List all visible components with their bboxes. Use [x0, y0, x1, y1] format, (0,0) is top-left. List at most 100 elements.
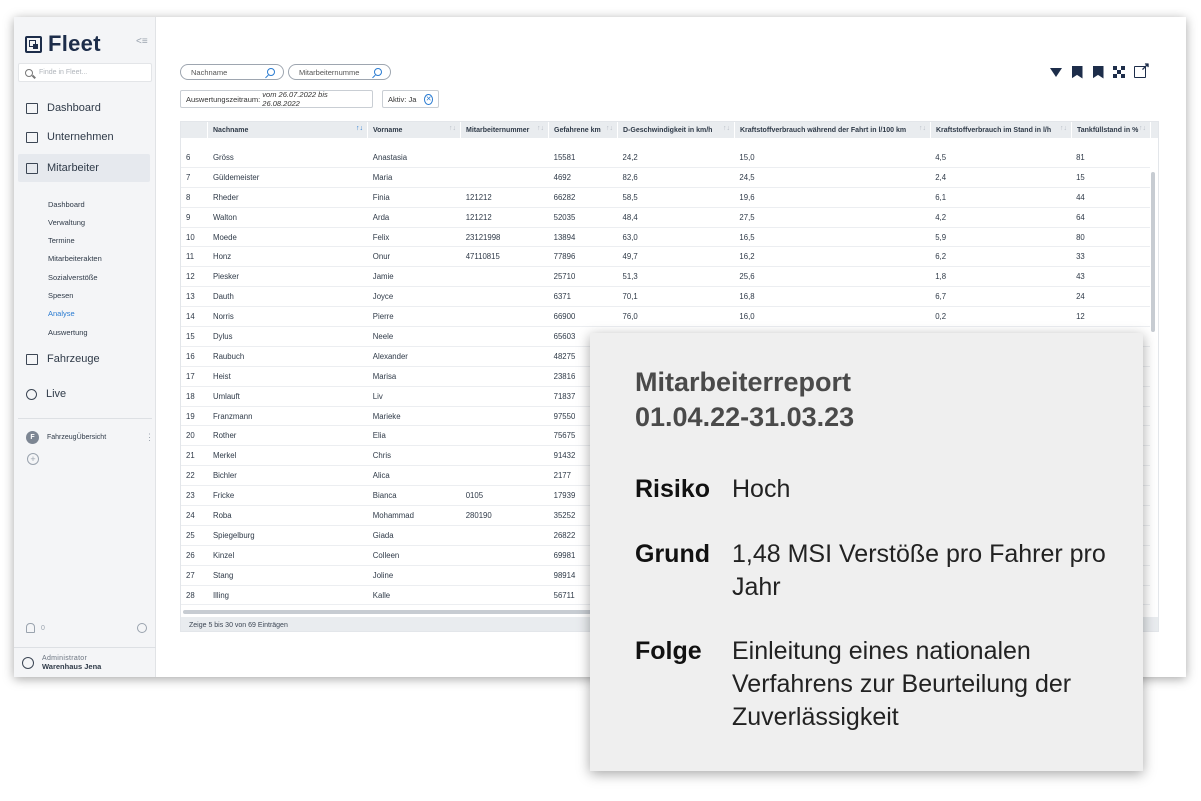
sort-icon[interactable]: ↑↓: [606, 125, 613, 132]
table-cell: [461, 446, 549, 465]
report-row-folge: Folge Einleitung eines nationalen Verfah…: [635, 635, 1122, 734]
add-favorite-icon[interactable]: +: [27, 453, 39, 465]
search-icon: [267, 68, 275, 76]
nav-item-label: Mitarbeiter: [47, 162, 99, 174]
sidebar-search-input[interactable]: Finde in Fleet...: [18, 63, 152, 82]
table-cell: 7: [186, 172, 191, 182]
table-cell: 24,5: [739, 172, 755, 182]
subnav-item-verwaltung[interactable]: Verwaltung: [48, 218, 85, 227]
sort-icon[interactable]: ↑↓: [1139, 125, 1146, 132]
filter-button[interactable]: [1048, 64, 1064, 80]
subnav-item-auswertung[interactable]: Auswertung: [48, 328, 88, 337]
building-icon: [26, 131, 38, 143]
export-button[interactable]: [1132, 60, 1150, 80]
table-cell: [461, 546, 549, 565]
table-cell: 15,0: [739, 152, 755, 162]
notifications[interactable]: 0: [26, 623, 45, 633]
table-cell: 66900: [553, 312, 576, 322]
collapse-sidebar-icon[interactable]: <≡: [136, 36, 148, 47]
table-cell: Mohammad: [372, 510, 414, 520]
report-row-grund: Grund 1,48 MSI Verstöße pro Fahrer pro J…: [635, 538, 1122, 604]
table-cell: Alica: [372, 471, 390, 481]
grid-icon: [1113, 66, 1125, 78]
table-cell: Heist: [212, 371, 231, 381]
sort-icon[interactable]: ↑↓: [356, 125, 363, 132]
vertical-scrollbar[interactable]: [1151, 172, 1155, 332]
table-cell: Arda: [372, 212, 390, 222]
subnav-item-mitarbeiterakten[interactable]: Mitarbeiterakten: [48, 254, 102, 263]
column-header[interactable]: Kraftstoffverbrauch während der Fahrt in…: [735, 122, 931, 138]
add-bookmark-button[interactable]: [1090, 64, 1106, 80]
column-header[interactable]: Tankfüllstand in % ↑↓: [1072, 122, 1151, 138]
lastname-placeholder: Nachname: [191, 67, 228, 77]
user-profile[interactable]: Administrator Warenhaus Jena: [14, 647, 156, 677]
column-header[interactable]: Mitarbeiternummer ↑↓: [461, 122, 549, 138]
table-cell: [461, 566, 549, 585]
table-cell: 49,7: [622, 252, 638, 262]
subnav-item-analyse[interactable]: Analyse: [48, 309, 75, 318]
nav-item-label: Fahrzeuge: [47, 353, 100, 365]
sort-icon[interactable]: ↑↓: [537, 125, 544, 132]
table-row[interactable]: 11 Honz Onur 47110815 77896 49,7 16,2 6,2 33: [181, 247, 1150, 268]
table-cell: 8: [186, 192, 191, 202]
table-row[interactable]: 8 Rheder Finia 121212 66282 58,5 19,6 6,1 44: [181, 188, 1150, 208]
sort-icon[interactable]: ↑↓: [449, 125, 456, 132]
clear-filter-icon[interactable]: ✕: [424, 93, 433, 105]
active-filter[interactable]: Aktiv: Ja ✕: [382, 90, 439, 108]
nav-item-unternehmen[interactable]: Unternehmen: [14, 123, 156, 151]
table-row[interactable]: 13 Dauth Joyce 6371 70,1 16,8 6,7 24: [181, 287, 1150, 308]
table-cell: Franzmann: [212, 411, 253, 421]
favorite-item[interactable]: F FahrzeugÜbersicht: [26, 431, 106, 444]
more-options-icon[interactable]: ⋮: [145, 432, 154, 443]
app-logo[interactable]: Fleet: [25, 31, 101, 57]
table-row[interactable]: 14 Norris Pierre 66900 76,0 16,0 0,2 12: [181, 307, 1150, 328]
column-header[interactable]: Vorname ↑↓: [368, 122, 461, 138]
sort-icon[interactable]: ↑↓: [919, 125, 926, 132]
sidebar-search-placeholder: Finde in Fleet...: [39, 69, 88, 76]
employee-number-search-input[interactable]: Mitarbeiternumme: [288, 64, 391, 80]
lastname-search-input[interactable]: Nachname: [180, 64, 284, 80]
table-cell: [461, 586, 549, 605]
nav-item-fahrzeuge[interactable]: Fahrzeuge: [14, 345, 156, 373]
favorite-badge: F: [26, 431, 39, 444]
table-cell: 17: [186, 371, 195, 381]
table-row[interactable]: 10 Moede Felix 23121998 13894 63,0 16,5 5,9 80: [181, 228, 1150, 248]
table-cell: 16,0: [739, 312, 755, 322]
period-filter[interactable]: Auswertungszeitraum: vom 26.07.2022 bis …: [180, 90, 373, 108]
nav-item-dashboard[interactable]: Dashboard: [14, 94, 156, 122]
table-cell: 21: [186, 451, 195, 461]
subnav-item-dashboard[interactable]: Dashboard: [48, 200, 85, 209]
subnav-item-termine[interactable]: Termine: [48, 236, 75, 245]
table-cell: 19: [186, 411, 195, 421]
table-row[interactable]: 9 Walton Arda 121212 52035 48,4 27,5 4,2 64: [181, 208, 1150, 228]
table-cell: [461, 466, 549, 485]
table-row[interactable]: 6 Gröss Anastasia 15581 24,2 15,0 4,5 81: [181, 148, 1150, 168]
table-cell: 14: [186, 312, 195, 322]
table-cell: 66282: [553, 192, 576, 202]
table-cell: Stang: [212, 570, 234, 580]
table-cell: 16,8: [739, 292, 755, 302]
sort-icon[interactable]: ↑↓: [1060, 125, 1067, 132]
nav-item-mitarbeiter[interactable]: Mitarbeiter: [18, 154, 150, 182]
column-header-label: Mitarbeiternummer: [466, 126, 530, 134]
table-cell: Alexander: [372, 351, 408, 361]
table-row[interactable]: 7 Güldemeister Maria 4692 82,6 24,5 2,4 15: [181, 168, 1150, 188]
subnav-item-sozialverstoesse[interactable]: Sozialverstöße: [48, 273, 98, 282]
nav-item-live[interactable]: Live: [14, 380, 156, 408]
column-header[interactable]: Kraftstoffverbrauch im Stand in l/h ↑↓: [931, 122, 1072, 138]
table-cell: 13: [186, 292, 195, 302]
column-header[interactable]: Nachname ↑↓: [208, 122, 368, 138]
subnav-item-spesen[interactable]: Spesen: [48, 291, 73, 300]
sort-icon[interactable]: ↑↓: [723, 125, 730, 132]
table-cell: 12: [186, 272, 195, 282]
sidebar-divider: [18, 418, 152, 419]
column-header[interactable]: D-Geschwindigkeit in km/h ↑↓: [618, 122, 735, 138]
bookmark-button[interactable]: [1069, 64, 1085, 80]
table-cell: 4692: [553, 172, 571, 182]
employee-number-placeholder: Mitarbeiternumme: [299, 67, 360, 77]
table-cell: 24,2: [622, 152, 638, 162]
table-row[interactable]: 12 Piesker Jamie 25710 51,3 25,6 1,8 43: [181, 267, 1150, 288]
columns-button[interactable]: [1111, 64, 1127, 80]
help-icon[interactable]: [137, 623, 147, 633]
column-header[interactable]: Gefahrene km ↑↓: [549, 122, 618, 138]
